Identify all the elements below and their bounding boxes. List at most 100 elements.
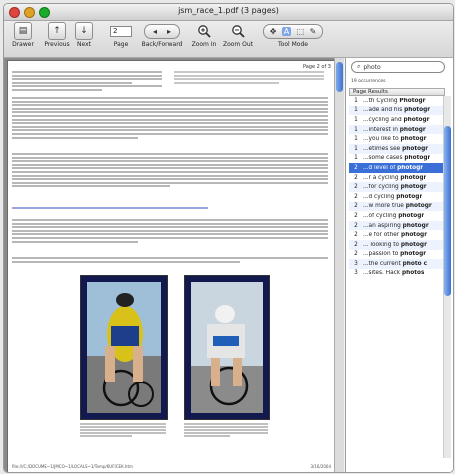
pdf-page[interactable]: Page 2 of 3 file:///C:/DOCUME~1/JMCO~1/L… [7,60,336,472]
document-scrollbar[interactable] [334,58,344,472]
search-result-row[interactable]: 1 ...interest in photogr [349,124,445,135]
result-text: ...the current photo c [363,260,428,267]
back-forward-label: Back/Forward [141,41,183,48]
result-page: 1 [354,136,358,143]
tool-mode-control[interactable]: ✥ A ⬚ ✎ Tool Mode [262,23,324,48]
result-match: photogr [400,174,427,181]
paragraph-2 [12,97,328,140]
result-text: ...cycling and photogr [363,116,430,123]
results-list: 1 ...th Cycling Photogr 1 ...ade and his ph… [349,96,445,458]
zoom-out-label: Zoom Out [222,41,254,48]
search-result-row[interactable]: 2 ...e for other photogr [349,230,445,240]
page-field-group: 2 Page [104,23,138,48]
result-text: ...of cycling photogr [363,212,425,219]
result-page: 2 [354,232,358,239]
arrow-down-icon: ↓ [75,22,93,40]
column-results[interactable]: Results [365,89,388,95]
search-result-row[interactable]: 1 ...some cases photogr [349,154,445,164]
paragraph-3 [12,153,328,189]
search-result-row[interactable]: 1 ...ade and his photogr [349,105,445,116]
window-title: jsm_race_1.pdf (3 pages) [178,6,279,15]
result-page: 2 [354,222,358,229]
zoom-out-button[interactable]: Zoom Out [222,23,254,48]
back-icon[interactable]: ◂ [153,27,157,36]
drawer-icon: ▤ [14,22,32,40]
next-button[interactable]: ↓ Next [72,22,96,48]
document-view[interactable]: Page 2 of 3 file:///C:/DOCUME~1/JMCO~1/L… [4,58,344,472]
results-scroll-thumb[interactable] [444,126,451,296]
result-page: 1 [354,116,358,123]
result-match: photogr [399,126,426,133]
result-match: photo c [402,260,428,267]
result-match: photogr [400,136,427,143]
result-text: ... looking to photogr [363,241,427,248]
result-page: 1 [354,97,358,104]
arrow-up-icon: ↑ [48,22,66,40]
annotate-tool-icon[interactable]: ✎ [310,27,317,36]
result-text: ...r a cycling photogr [363,174,427,181]
result-page: 2 [354,184,358,191]
search-result-row[interactable]: 1 ...cycling and photogr [349,115,445,125]
result-text: ...w more true photogr [363,203,432,210]
page-footer: file:///C:/DOCUME~1/JMCO~1/LOCALS~1/Temp… [12,464,331,469]
drawer-button[interactable]: ▤ Drawer [8,22,38,48]
search-field[interactable]: ⌕ photo [351,61,445,73]
page-number-input[interactable]: 2 [110,25,132,37]
search-result-row[interactable]: 3 ...the current photo c [349,259,445,269]
search-result-row[interactable]: 2 ...passion to photogr [349,250,445,260]
zoom-in-icon [198,25,211,38]
forward-icon[interactable]: ▸ [167,27,171,36]
zoom-in-label: Zoom In [191,41,217,48]
paragraph-5 [12,257,328,264]
result-match: Photogr [399,97,426,104]
move-tool-icon[interactable]: ✥ [270,27,277,36]
zoom-in-button[interactable]: Zoom In [190,23,218,48]
result-match: photogr [404,107,431,114]
caption-right [184,423,268,438]
select-tool-icon[interactable]: ⬚ [297,27,305,36]
drawer-label: Drawer [12,41,34,48]
cyclist-photo-left [80,275,168,420]
search-result-row[interactable]: 2 ...d level of photogr [349,163,445,173]
result-page: 2 [354,203,358,210]
back-forward-control[interactable]: ◂ ▸ Back/Forward [140,23,184,48]
result-text: ...ade and his photogr [363,107,431,114]
result-match: photogr [397,164,424,171]
result-page: 2 [354,251,358,258]
result-match: photogr [401,232,428,239]
text-tool-icon[interactable]: A [281,26,292,36]
next-label: Next [77,41,91,48]
result-match: photogr [402,145,429,152]
footer-path: file:///C:/DOCUME~1/JMCO~1/LOCALS~1/Temp… [12,464,133,469]
tool-mode-label: Tool Mode [278,41,308,48]
search-drawer: ⌕ photo 19 occurrences Page Results 1...… [345,58,453,472]
result-match: photogr [400,241,427,248]
preview-window: jsm_race_1.pdf (3 pages) ▤ Drawer ↑ Prev… [3,3,454,473]
results-scrollbar[interactable] [443,96,451,458]
search-result-row[interactable]: 2 ...d cycling photogr [349,192,445,202]
zoom-out-icon [232,25,245,38]
previous-button[interactable]: ↑ Previous [43,22,71,48]
search-result-row[interactable]: 2 ...of cycling photogr [349,211,445,221]
search-result-row[interactable]: 2 ...w more true photogr [349,201,445,212]
result-match: photogr [403,116,430,123]
search-result-row[interactable]: 1 ...th Cycling Photogr [349,96,445,106]
column-page[interactable]: Page [350,89,366,95]
search-result-row[interactable]: 1 ...etimes see photogr [349,143,445,154]
search-result-row[interactable]: 2 ...r a cycling photogr [349,173,445,183]
title-bar[interactable]: jsm_race_1.pdf (3 pages) [4,4,453,21]
result-text: ...you like to photogr [363,136,427,143]
search-result-row[interactable]: 2 ...an aspiring photogr [349,220,445,231]
search-result-row[interactable]: 1 ...you like to photogr [349,134,445,144]
result-match: photogr [400,251,427,258]
result-match: photogr [404,155,431,162]
result-page: 1 [354,145,358,152]
document-scroll-thumb[interactable] [336,62,343,92]
result-match: photos [402,270,425,277]
result-text: ...e for other photogr [363,232,428,239]
search-result-row[interactable]: 3 ...sites. Hack photos [349,269,445,279]
result-text: ...d level of photogr [363,164,424,171]
search-result-row[interactable]: 2 ...for cycling photogr [349,182,445,192]
search-result-row[interactable]: 2 ... looking to photogr [349,239,445,250]
result-match: photogr [402,222,429,229]
